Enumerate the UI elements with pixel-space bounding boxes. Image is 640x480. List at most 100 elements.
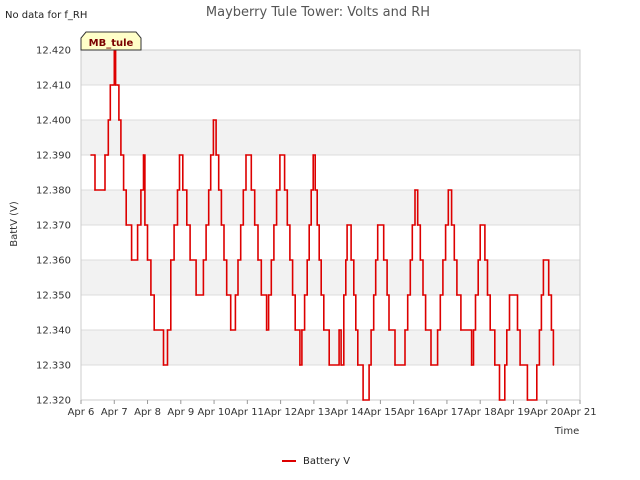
chart-container: 12.320 12.330 12.340 12.350 12.360 12.370 12.3… xyxy=(0,0,640,480)
data-point xyxy=(442,259,444,261)
x-tick-label: Apr 20 xyxy=(530,407,563,418)
data-point xyxy=(225,294,228,296)
plot-band xyxy=(81,330,580,365)
data-point xyxy=(453,259,456,261)
data-point xyxy=(178,154,181,156)
data-point xyxy=(450,224,453,226)
data-point xyxy=(374,259,377,261)
data-point xyxy=(314,189,316,191)
data-point xyxy=(207,189,210,191)
x-tick-label: Apr 18 xyxy=(464,407,497,418)
data-point xyxy=(279,154,281,156)
data-point xyxy=(498,399,501,401)
data-point xyxy=(472,329,475,331)
legend-label-battery-v: Battery V xyxy=(303,456,350,467)
data-point xyxy=(306,259,309,261)
data-point xyxy=(162,364,165,366)
data-point xyxy=(343,294,345,296)
x-tick-label: Apr 8 xyxy=(134,407,161,418)
data-point xyxy=(345,259,347,261)
data-point xyxy=(90,154,92,156)
data-point xyxy=(310,189,313,191)
data-point xyxy=(470,364,473,366)
data-point xyxy=(308,224,311,226)
data-point xyxy=(212,119,215,121)
data-point xyxy=(253,224,256,226)
data-point xyxy=(116,84,119,86)
x-tick-label: Apr 21 xyxy=(563,407,596,418)
data-point xyxy=(328,364,330,366)
data-point xyxy=(223,259,225,261)
data-point xyxy=(229,329,232,331)
data-point xyxy=(506,329,508,331)
data-point xyxy=(430,364,432,366)
y-tick-label: 12.370 xyxy=(36,221,71,232)
station-tag-label: MB_tule xyxy=(89,38,134,49)
data-point xyxy=(312,154,315,156)
data-point xyxy=(404,329,406,331)
data-point xyxy=(250,189,253,191)
data-point xyxy=(94,189,96,191)
x-tick-label: Apr 9 xyxy=(167,407,194,418)
data-point xyxy=(289,259,291,261)
data-point xyxy=(489,329,491,331)
data-point xyxy=(283,189,286,191)
data-point xyxy=(144,224,146,226)
data-point xyxy=(323,329,325,331)
data-point xyxy=(237,259,239,261)
data-point xyxy=(104,154,106,156)
data-point xyxy=(552,364,555,366)
data-point xyxy=(195,294,197,296)
data-point xyxy=(456,294,458,296)
data-point xyxy=(239,224,242,226)
legend: Battery V xyxy=(282,456,350,467)
x-tick-label: Apr 12 xyxy=(264,407,297,418)
y-tick-label: 12.320 xyxy=(36,396,71,407)
data-point xyxy=(291,294,294,296)
data-point xyxy=(136,224,139,226)
data-point xyxy=(356,364,359,366)
data-point xyxy=(535,364,538,366)
data-point xyxy=(170,259,172,261)
data-point xyxy=(416,224,419,226)
y-tick-label: 12.360 xyxy=(36,256,71,267)
plot-band xyxy=(81,50,580,85)
data-point xyxy=(109,84,112,86)
y-tick-label: 12.420 xyxy=(36,46,71,57)
data-point xyxy=(362,399,364,401)
data-point xyxy=(409,259,412,261)
data-point xyxy=(436,329,439,331)
data-point xyxy=(153,329,155,331)
data-point xyxy=(146,259,149,261)
y-tick-label: 12.330 xyxy=(36,361,71,372)
data-point xyxy=(205,224,207,226)
data-point xyxy=(140,189,142,191)
x-tick-label: Apr 16 xyxy=(397,407,430,418)
data-point xyxy=(444,224,447,226)
data-point xyxy=(320,294,322,296)
data-point xyxy=(370,329,372,331)
x-axis-label: Time xyxy=(554,426,579,437)
data-point xyxy=(368,364,370,366)
data-point xyxy=(504,364,506,366)
x-tick-label: Apr 15 xyxy=(364,407,397,418)
data-point xyxy=(150,294,152,296)
data-point xyxy=(142,154,145,156)
data-point xyxy=(114,84,117,86)
data-point xyxy=(120,154,122,156)
plot-bands xyxy=(81,50,580,365)
data-point xyxy=(338,329,340,331)
x-tick-label: Apr 13 xyxy=(297,407,330,418)
y-tick-label: 12.380 xyxy=(36,186,71,197)
data-point xyxy=(352,294,355,296)
data-point xyxy=(477,259,480,261)
data-point xyxy=(486,294,489,296)
data-point xyxy=(346,224,348,226)
y-tick-label: 12.340 xyxy=(36,326,71,337)
data-point xyxy=(273,224,275,226)
y-axis: 12.320 12.330 12.340 12.350 12.360 12.370 12.3… xyxy=(36,46,71,407)
data-point xyxy=(242,189,245,191)
data-point xyxy=(494,364,496,366)
data-point xyxy=(372,294,375,296)
data-point xyxy=(173,224,175,226)
